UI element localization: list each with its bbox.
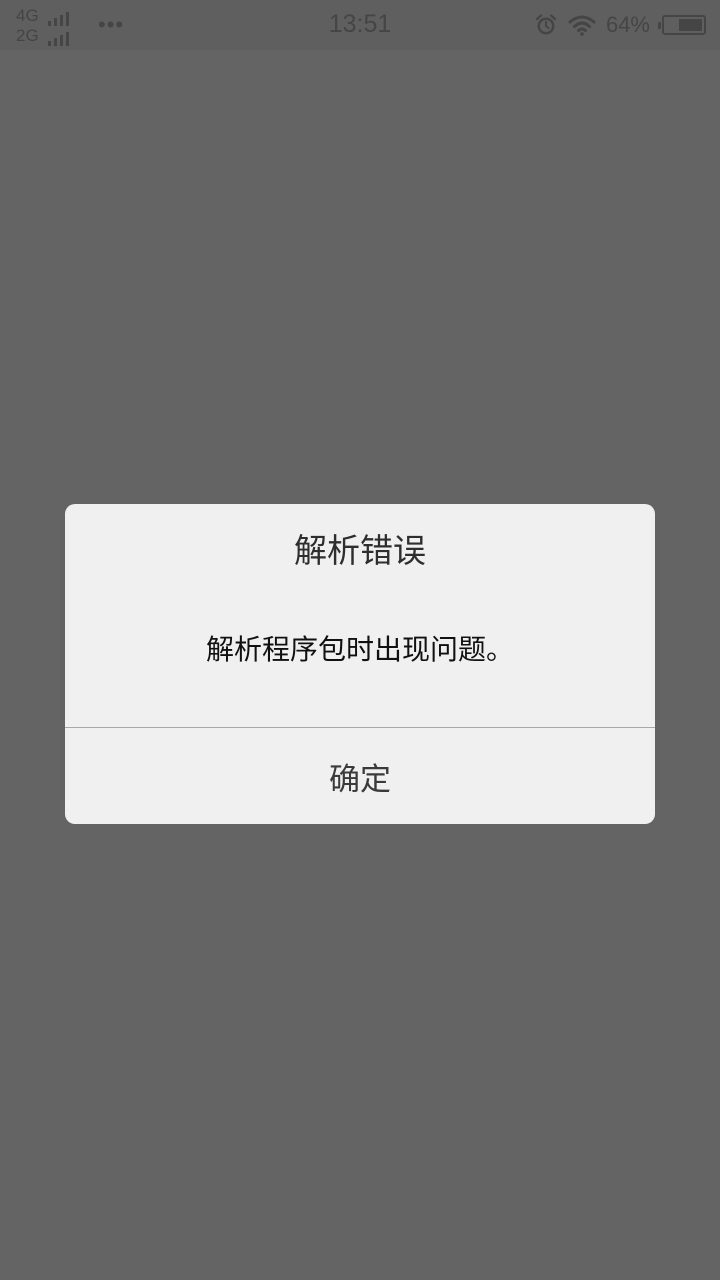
battery-icon xyxy=(658,15,706,35)
parse-error-dialog: 解析错误 解析程序包时出现问题。 确定 xyxy=(65,504,655,824)
battery-percent: 64% xyxy=(605,12,650,37)
wifi-icon xyxy=(568,15,596,36)
screen: 4G 2G ••• 13:51 64% 解析错误 解析程序包时出现问题。 确定 xyxy=(0,0,720,1280)
confirm-button[interactable]: 确定 xyxy=(65,728,655,824)
battery-level-fill xyxy=(679,19,702,31)
status-right-icons: 64% xyxy=(534,11,706,39)
dialog-message: 解析程序包时出现问题。 xyxy=(205,633,514,666)
dialog-title: 解析错误 xyxy=(294,531,426,570)
alarm-icon xyxy=(535,14,557,35)
status-bar: 4G 2G ••• 13:51 64% xyxy=(0,0,720,50)
